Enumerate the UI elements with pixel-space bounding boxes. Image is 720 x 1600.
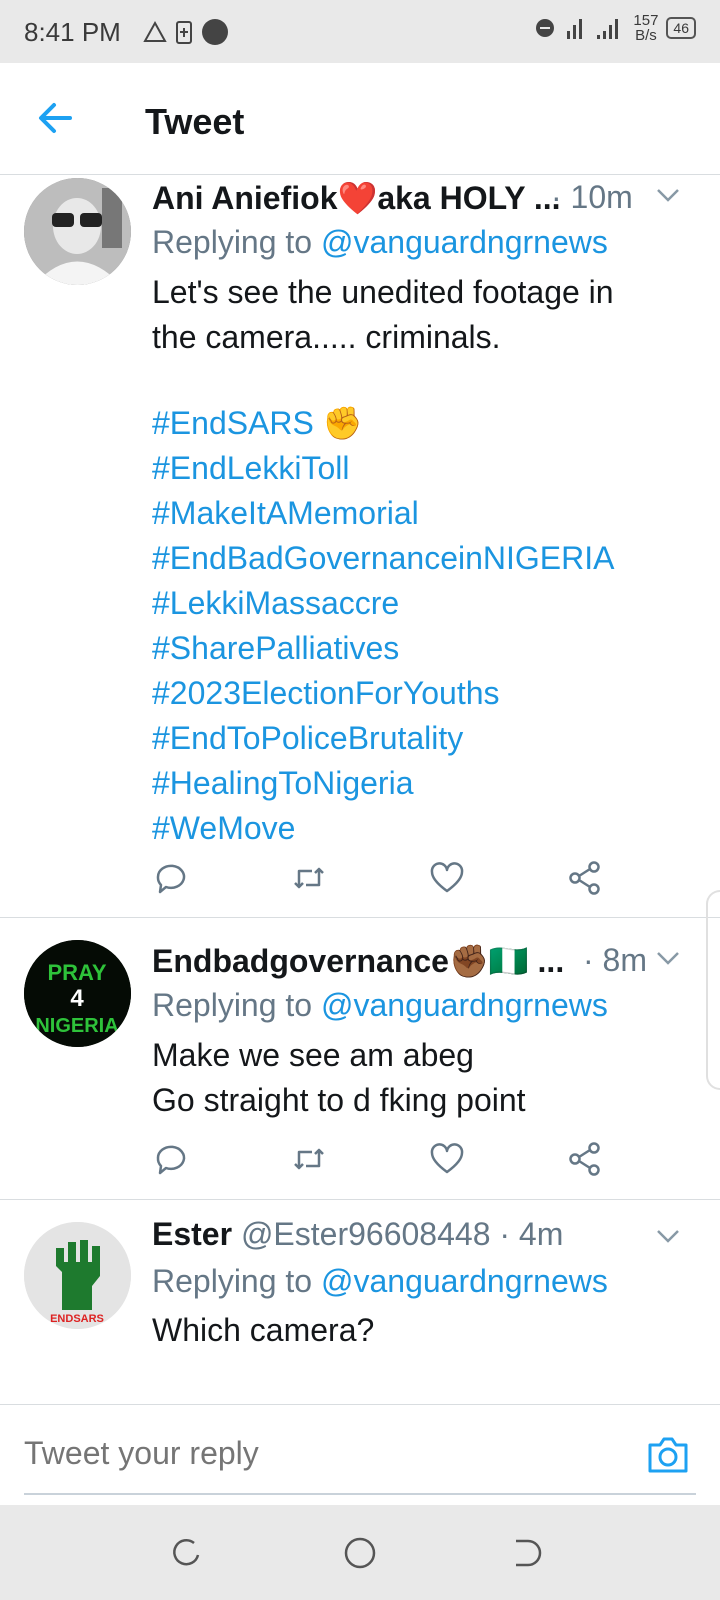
reply-icon[interactable]: [152, 859, 190, 897]
tweet-time: · 4m: [499, 1216, 564, 1252]
signal-icon: [567, 19, 619, 39]
battery-saver-icon: [176, 21, 192, 44]
tweet-actions: [152, 859, 632, 899]
top-app-bar: Tweet: [0, 63, 720, 175]
hashtag-link[interactable]: #EndToPoliceBrutality: [152, 716, 614, 761]
edge-panel-handle[interactable]: [706, 890, 720, 1090]
battery-indicator: 46: [666, 17, 696, 39]
notification-dot-icon: [202, 19, 228, 45]
back-icon[interactable]: [510, 1535, 546, 1571]
system-navigation-bar: [0, 1505, 720, 1600]
share-icon[interactable]: [566, 859, 604, 897]
replying-prefix: Replying to: [152, 224, 313, 260]
camera-icon[interactable]: [646, 1435, 690, 1475]
text-line: the camera..... criminals.: [152, 319, 501, 355]
tweet-item[interactable]: PRAY 4 NIGERIA Endbadgovernance✊🏾🇳🇬 ... …: [0, 918, 720, 1200]
replying-prefix: Replying to: [152, 987, 313, 1023]
tweet-header: Ani Aniefiok❤️aka HOLY ...: [152, 179, 561, 217]
text-line: Which camera?: [152, 1312, 375, 1348]
mention-link[interactable]: @vanguardngrnews: [321, 987, 608, 1023]
tweet-actions: [152, 1140, 632, 1180]
home-icon[interactable]: [342, 1535, 378, 1571]
tweet-text: Make we see am abeg Go straight to d fki…: [152, 1033, 526, 1123]
author-name[interactable]: Endbadgovernance✊🏾🇳🇬 ...: [152, 943, 564, 979]
chevron-down-icon[interactable]: [654, 944, 682, 972]
text-line: Let's see the unedited footage in: [152, 274, 614, 310]
hashtag-link[interactable]: #LekkiMassaccre: [152, 581, 614, 626]
hashtag-link[interactable]: #MakeItAMemorial: [152, 491, 614, 536]
like-icon[interactable]: [428, 859, 466, 897]
author-name[interactable]: Ester: [152, 1216, 232, 1252]
chevron-down-icon[interactable]: [654, 181, 682, 209]
status-bar: 8:41 PM 157 B/s 46: [0, 0, 720, 63]
mention-link[interactable]: @vanguardngrnews: [321, 1263, 608, 1299]
hashtag-link[interactable]: #EndLekkiToll: [152, 446, 614, 491]
reply-composer: [0, 1405, 720, 1505]
replying-prefix: Replying to: [152, 1263, 313, 1299]
hashtag-link[interactable]: #WeMove: [152, 806, 614, 851]
avatar-text: ENDSARS: [50, 1313, 104, 1325]
input-underline: [24, 1493, 696, 1495]
mention-link[interactable]: @vanguardngrnews: [321, 224, 608, 260]
page-title: Tweet: [145, 101, 245, 142]
replying-to: Replying to @vanguardngrnews: [152, 1263, 608, 1300]
tweet-item[interactable]: ENDSARS Ester @Ester96608448 · 4m Replyi…: [0, 1200, 720, 1405]
chevron-down-icon[interactable]: [654, 1222, 682, 1250]
avatar-image: [24, 178, 131, 285]
speed-value: 157: [633, 12, 659, 29]
alert-triangle-icon: [143, 20, 167, 42]
retweet-icon[interactable]: [290, 1140, 328, 1178]
text-line: Make we see am abeg: [152, 1037, 474, 1073]
text-line: Go straight to d fking point: [152, 1082, 526, 1118]
hashtag-link[interactable]: #2023ElectionForYouths: [152, 671, 614, 716]
avatar[interactable]: ENDSARS: [24, 1222, 131, 1329]
avatar[interactable]: [24, 178, 131, 285]
avatar-text: NIGERIA: [35, 1015, 118, 1037]
status-icons-left: [143, 18, 229, 46]
hashtag-link[interactable]: #SharePalliatives: [152, 626, 614, 671]
tweet-time: · 10m: [551, 179, 633, 215]
avatar-image: PRAY 4 NIGERIA: [24, 940, 131, 1047]
hashtag-link[interactable]: #HealingToNigeria: [152, 761, 614, 806]
author-handle[interactable]: @Ester96608448: [241, 1216, 491, 1252]
recents-icon[interactable]: [168, 1535, 204, 1571]
retweet-icon[interactable]: [290, 859, 328, 897]
status-time: 8:41 PM: [24, 17, 121, 47]
avatar-text: PRAY: [47, 960, 106, 985]
hashtag-list: #EndSARS ✊ #EndLekkiToll #MakeItAMemoria…: [152, 401, 614, 851]
author-name[interactable]: Ani Aniefiok❤️aka HOLY ...: [152, 180, 561, 216]
hashtag-link[interactable]: #EndSARS ✊: [152, 401, 614, 446]
speed-unit: B/s: [635, 27, 657, 44]
status-icons-right: 157 B/s 46: [535, 13, 696, 43]
tweet-header: Endbadgovernance✊🏾🇳🇬 ...: [152, 942, 564, 980]
replying-to: Replying to @vanguardngrnews: [152, 224, 608, 261]
tweet-item[interactable]: Ani Aniefiok❤️aka HOLY ... · 10m Replyin…: [0, 175, 720, 918]
replying-to: Replying to @vanguardngrnews: [152, 987, 608, 1024]
like-icon[interactable]: [428, 1140, 466, 1178]
reply-input[interactable]: [24, 1435, 584, 1472]
avatar[interactable]: PRAY 4 NIGERIA: [24, 940, 131, 1047]
tweet-text: Which camera?: [152, 1308, 374, 1353]
do-not-disturb-icon: [536, 19, 555, 37]
tweet-header: Ester @Ester96608448 · 4m: [152, 1216, 563, 1253]
tweet-text: Let's see the unedited footage in the ca…: [152, 270, 614, 360]
reply-icon[interactable]: [152, 1140, 190, 1178]
arrow-left-icon[interactable]: [30, 93, 80, 143]
avatar-text: 4: [70, 985, 84, 1012]
hashtag-link[interactable]: #EndBadGovernanceinNIGERIA: [152, 536, 614, 581]
tweet-time: · 8m: [583, 942, 647, 978]
network-speed: 157 B/s: [633, 13, 658, 43]
share-icon[interactable]: [566, 1140, 604, 1178]
avatar-image: ENDSARS: [24, 1222, 131, 1329]
